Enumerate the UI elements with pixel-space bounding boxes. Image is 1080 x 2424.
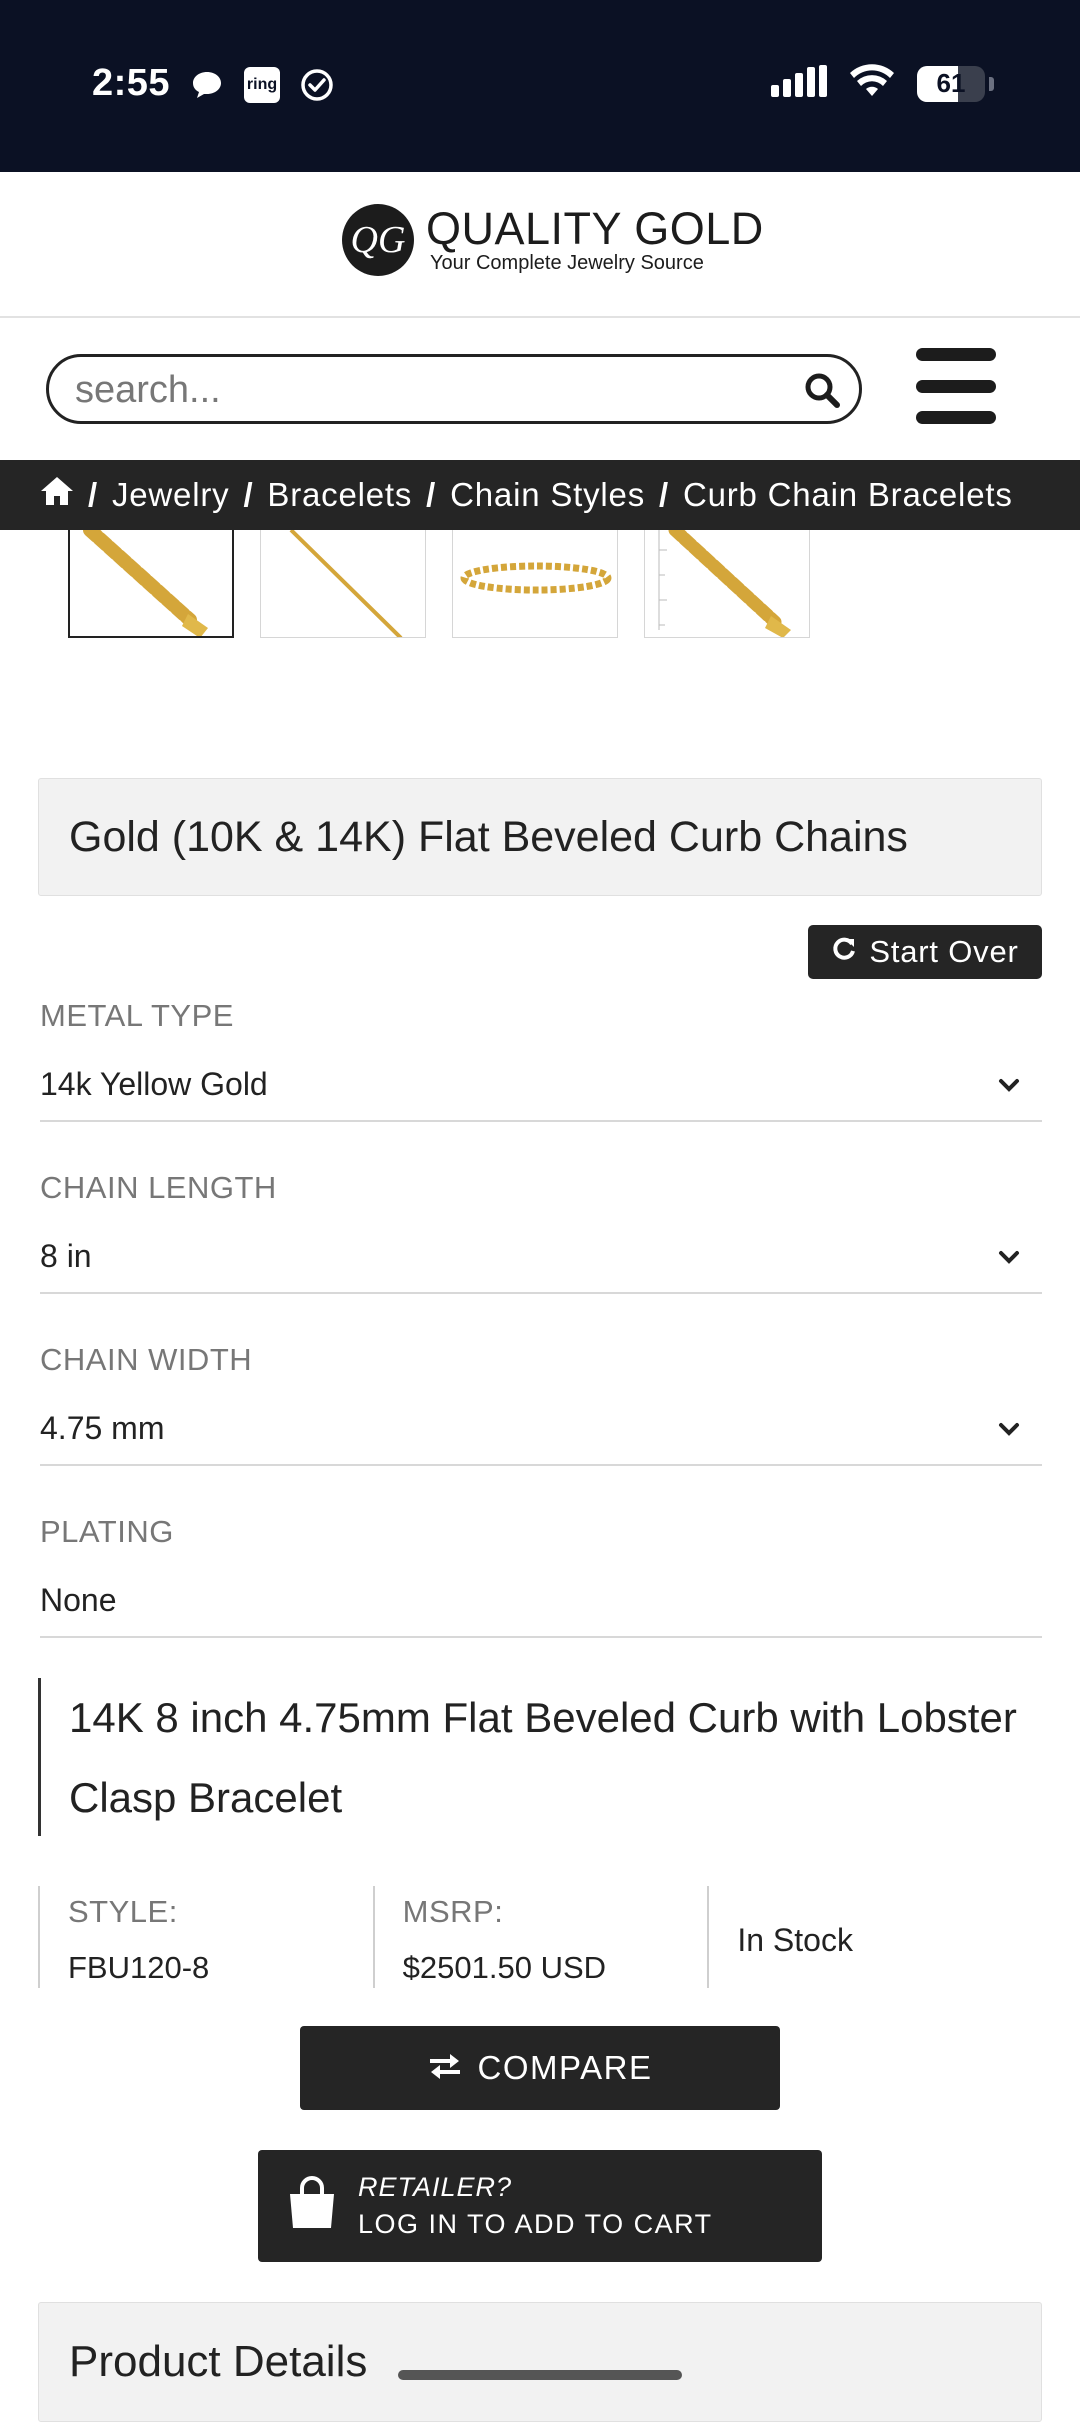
option-label: CHAIN WIDTH — [40, 1342, 253, 1377]
breadcrumb-bracelets[interactable]: Bracelets — [267, 476, 412, 514]
system-icons: 61 — [771, 64, 994, 103]
option-value: None — [40, 1582, 117, 1618]
breadcrumb-separator: / — [88, 476, 98, 513]
product-info-row: STYLE: FBU120-8 MSRP: $2501.50 USD In St… — [38, 1886, 1042, 1988]
cellular-signal-icon — [771, 65, 827, 102]
shopping-bag-icon — [284, 2175, 340, 2237]
logo-tagline: Your Complete Jewelry Source — [430, 251, 704, 274]
site-header: QG QUALITY GOLD Your Complete Jewelry So… — [0, 172, 1080, 318]
option-value: 14k Yellow Gold — [40, 1066, 268, 1102]
stock-status: In Stock — [737, 1922, 853, 1958]
msrp-label: MSRP: — [402, 1894, 504, 1929]
breadcrumb-separator: / — [243, 476, 254, 513]
image-thumbnails — [68, 530, 810, 640]
logo-title: QUALITY GOLD — [426, 202, 764, 254]
status-bar: 2:55 ring 61 — [0, 0, 1080, 172]
login-to-add-to-cart-button[interactable]: RETAILER? LOG IN TO ADD TO CART — [258, 2150, 822, 2262]
stock-cell: In Stock — [707, 1886, 1042, 1988]
thumbnail-bracelet-full[interactable] — [452, 530, 618, 638]
product-details-title: Product Details — [69, 2337, 368, 2386]
thumbnail-chain-straight[interactable] — [260, 530, 426, 638]
product-family-title: Gold (10K & 14K) Flat Beveled Curb Chain… — [69, 812, 908, 861]
style-label: STYLE: — [68, 1894, 178, 1929]
home-icon[interactable] — [40, 475, 74, 515]
chat-bubble-icon — [188, 66, 226, 104]
retailer-label: RETAILER? — [358, 2172, 513, 2202]
plating-field: PLATING None — [40, 1514, 1042, 1638]
start-over-button[interactable]: Start Over — [808, 925, 1042, 979]
search-input[interactable] — [75, 367, 775, 413]
option-label: METAL TYPE — [40, 998, 234, 1033]
start-over-label: Start Over — [869, 934, 1019, 969]
notification-icons: ring — [188, 66, 336, 104]
style-value: FBU120-8 — [68, 1950, 210, 1985]
battery-tip — [989, 76, 994, 91]
quality-gold-logo[interactable]: QG QUALITY GOLD Your Complete Jewelry So… — [342, 204, 764, 276]
breadcrumb-jewelry[interactable]: Jewelry — [112, 476, 229, 514]
thumbnail-chain-closeup[interactable] — [68, 530, 234, 638]
wifi-icon — [849, 64, 895, 103]
chevron-down-icon — [999, 1079, 1019, 1092]
option-label: CHAIN LENGTH — [40, 1170, 277, 1205]
logo-monogram: QG — [342, 204, 414, 276]
search-row — [0, 320, 1080, 460]
breadcrumb: / Jewelry / Bracelets / Chain Styles / C… — [0, 460, 1080, 530]
style-cell: STYLE: FBU120-8 — [38, 1886, 373, 1988]
refresh-icon — [831, 934, 857, 970]
breadcrumb-separator: / — [659, 476, 669, 513]
msrp-cell: MSRP: $2501.50 USD — [372, 1886, 708, 1988]
chevron-down-icon — [999, 1423, 1019, 1436]
product-family-panel: Gold (10K & 14K) Flat Beveled Curb Chain… — [38, 778, 1042, 896]
option-value: 8 in — [40, 1238, 92, 1274]
breadcrumb-curb-chain-bracelets[interactable]: Curb Chain Bracelets — [683, 476, 1013, 514]
compare-label: COMPARE — [477, 2049, 653, 2086]
search-icon[interactable] — [803, 371, 841, 409]
home-indicator[interactable] — [398, 2370, 682, 2380]
msrp-value: $2501.50 USD — [402, 1950, 607, 1985]
menu-icon[interactable] — [916, 348, 996, 424]
chevron-down-icon — [999, 1251, 1019, 1264]
ring-app-icon: ring — [244, 67, 280, 103]
thumbnail-chain-with-ruler[interactable] — [644, 530, 810, 638]
check-circle-icon — [298, 66, 336, 104]
chain-width-select[interactable]: CHAIN WIDTH 4.75 mm — [40, 1342, 1042, 1466]
status-time: 2:55 — [92, 62, 171, 104]
option-value: 4.75 mm — [40, 1410, 165, 1446]
breadcrumb-chain-styles[interactable]: Chain Styles — [450, 476, 645, 514]
chain-length-select[interactable]: CHAIN LENGTH 8 in — [40, 1170, 1042, 1294]
battery-icon: 61 — [917, 65, 985, 102]
swap-arrows-icon — [428, 2049, 462, 2087]
battery-percent: 61 — [936, 68, 966, 98]
product-name: 14K 8 inch 4.75mm Flat Beveled Curb with… — [38, 1678, 1042, 1836]
login-label: LOG IN TO ADD TO CART — [358, 2209, 713, 2239]
search-box — [46, 354, 862, 424]
product-details-panel[interactable]: Product Details — [38, 2302, 1042, 2422]
compare-button[interactable]: COMPARE — [300, 2026, 780, 2110]
breadcrumb-separator: / — [426, 476, 437, 513]
option-label: PLATING — [40, 1514, 174, 1549]
metal-type-select[interactable]: METAL TYPE 14k Yellow Gold — [40, 998, 1042, 1122]
